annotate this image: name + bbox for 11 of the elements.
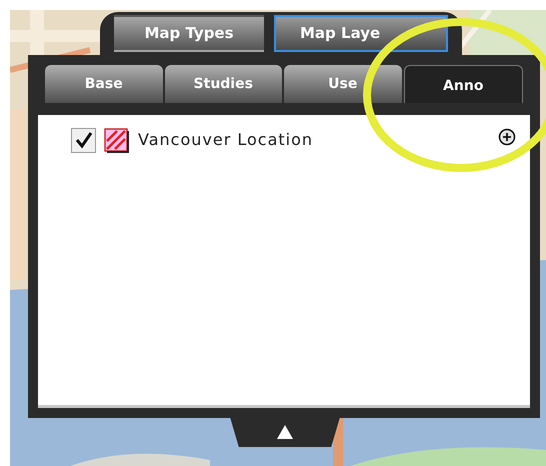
up-arrow-icon: [276, 424, 294, 440]
hatched-swatch-icon: [104, 128, 129, 152]
map-view-button[interactable]: Map Laye: [274, 15, 448, 52]
layer-tab[interactable]: Anno: [404, 65, 523, 103]
layer-tab[interactable]: Use: [284, 65, 402, 103]
layer-tab[interactable]: Studies: [164, 65, 282, 103]
checkbox[interactable]: [71, 128, 96, 152]
add-icon[interactable]: [498, 128, 516, 146]
layer-label: Vancouver Location: [138, 129, 314, 151]
map-view-button[interactable]: Map Types: [114, 15, 264, 52]
layer-tab[interactable]: Base: [45, 65, 162, 103]
